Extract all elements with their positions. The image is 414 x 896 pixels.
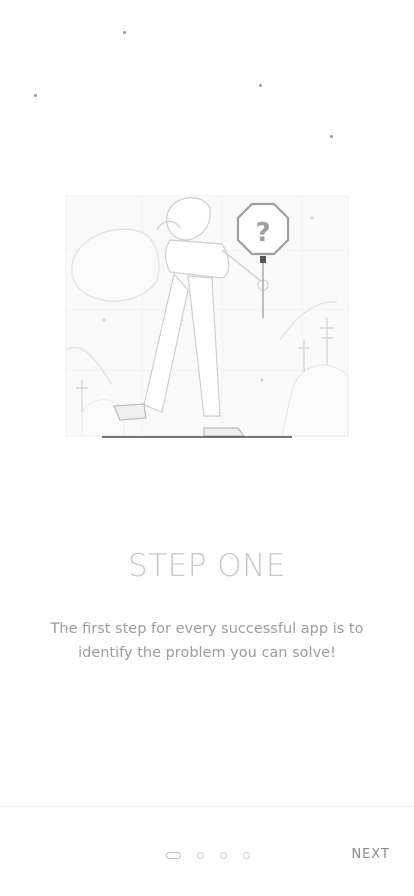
page-indicator-dot — [220, 851, 227, 859]
next-button[interactable]: NEXT — [351, 843, 390, 865]
page-title: STEP ONE — [128, 548, 286, 584]
sign-question-glyph: ? — [255, 218, 270, 248]
page-indicator-dot-active — [166, 851, 181, 859]
decor-dot — [330, 135, 333, 138]
page-indicator-dot — [197, 851, 204, 859]
decor-dot — [34, 94, 37, 97]
decor-dot — [123, 31, 126, 34]
page-indicator-dot — [243, 851, 250, 859]
page-indicator — [166, 849, 266, 861]
onboarding-illustration: ? — [62, 190, 352, 445]
footer-divider — [0, 806, 414, 807]
decor-dot — [259, 84, 262, 87]
page-description: The first step for every successful app … — [50, 621, 364, 661]
